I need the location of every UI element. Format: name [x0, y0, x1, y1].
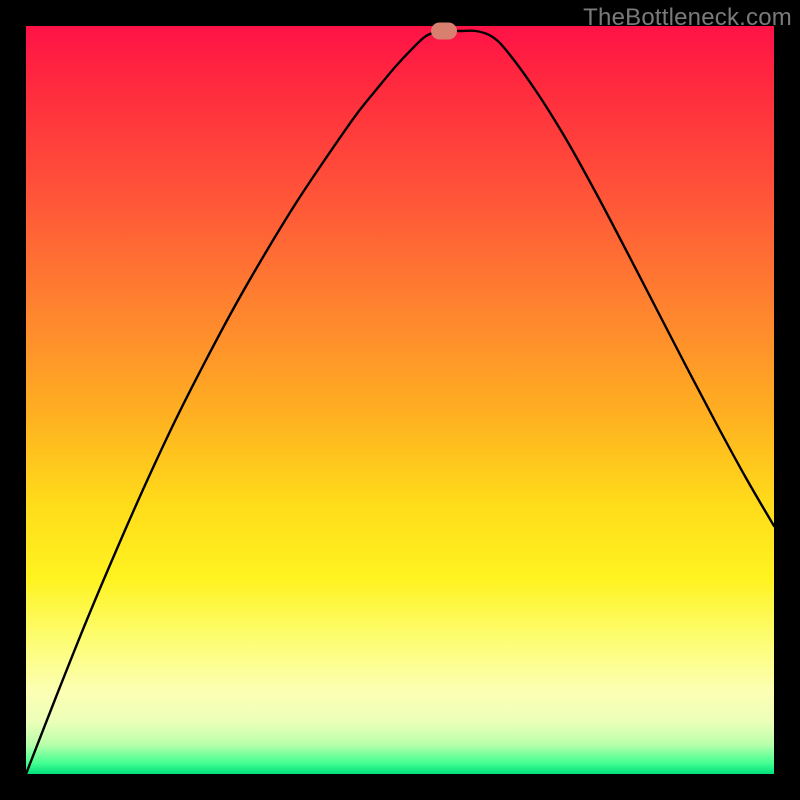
plot-area — [26, 26, 774, 774]
chart-frame: TheBottleneck.com — [0, 0, 800, 800]
curve-path — [26, 31, 774, 774]
optimum-marker — [431, 23, 457, 40]
watermark-text: TheBottleneck.com — [583, 4, 792, 32]
bottleneck-curve — [26, 26, 774, 774]
